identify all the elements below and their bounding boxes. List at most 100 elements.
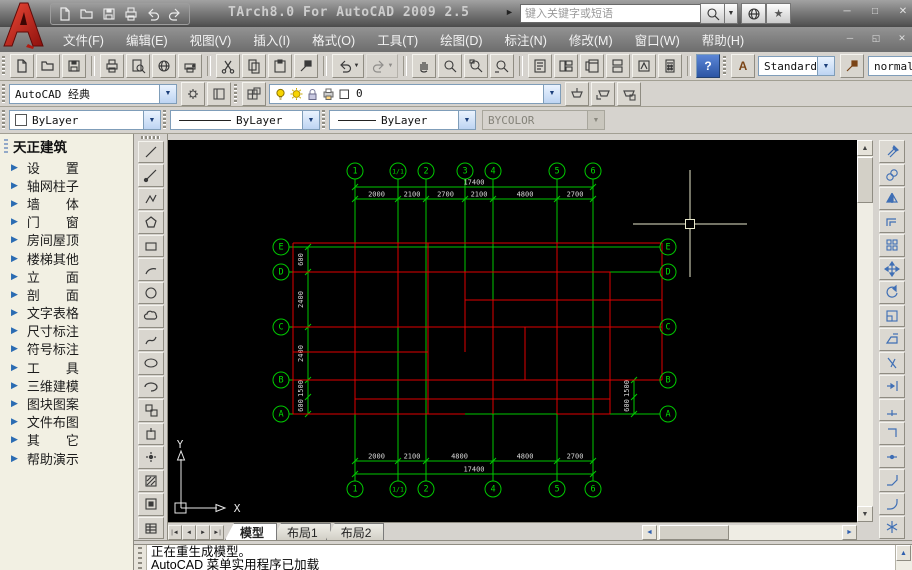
palette-header[interactable]: 天正建筑 <box>0 134 133 158</box>
scroll-right-button[interactable] <box>842 525 857 540</box>
my-workspace-button[interactable] <box>207 82 231 106</box>
command-line-area[interactable]: 正在重生成模型。 AutoCAD 菜单实用程序已加载 <box>134 545 912 570</box>
autocad-logo[interactable] <box>0 0 46 50</box>
undo-button[interactable]: ▼ <box>332 54 364 78</box>
palette-item[interactable]: ▶房间屋顶 <box>0 231 133 249</box>
scroll-down-button[interactable] <box>857 506 873 522</box>
first-tab-button[interactable] <box>168 525 182 540</box>
qat-redo-button[interactable] <box>165 6 185 23</box>
paste-button[interactable] <box>268 54 292 78</box>
ellipse-button[interactable] <box>138 352 164 375</box>
table-button[interactable] <box>138 517 164 540</box>
palette-item[interactable]: ▶设 置 <box>0 158 133 176</box>
circle-button[interactable] <box>138 282 164 305</box>
last-tab-button[interactable] <box>210 525 224 540</box>
design-center-button[interactable] <box>554 54 578 78</box>
spline-button[interactable] <box>138 329 164 352</box>
zoom-window-button[interactable] <box>464 54 488 78</box>
scale-button[interactable] <box>879 305 905 328</box>
tab-布局1[interactable]: 布局1 <box>272 523 331 540</box>
markup-set-manager-button[interactable] <box>632 54 656 78</box>
workspace-select[interactable]: AutoCAD 经典 <box>9 84 177 104</box>
save-button[interactable] <box>62 54 86 78</box>
chevron-down-icon[interactable]: ▼ <box>388 63 394 69</box>
chevron-down-icon[interactable]: ▼ <box>354 63 360 69</box>
favorites-button[interactable]: ★ <box>766 3 791 24</box>
polyline-button[interactable] <box>138 188 164 211</box>
chevron-down-icon[interactable] <box>302 111 319 129</box>
erase-button[interactable] <box>879 140 905 163</box>
menu-帮助[interactable]: 帮助(H) <box>691 27 755 52</box>
palette-item[interactable]: ▶楼梯其他 <box>0 249 133 267</box>
scroll-thumb[interactable] <box>659 525 729 540</box>
maximize-button[interactable] <box>864 5 886 20</box>
doc-restore-button[interactable] <box>866 31 886 45</box>
print-button[interactable] <box>100 54 124 78</box>
layer-color-swatch[interactable] <box>338 87 351 101</box>
polygon-button[interactable] <box>138 211 164 234</box>
tab-布局2[interactable]: 布局2 <box>326 523 385 540</box>
make-object-layer-current-button[interactable] <box>565 82 589 106</box>
search-input[interactable] <box>520 4 702 23</box>
qat-new-button[interactable] <box>55 6 75 23</box>
cut-button[interactable] <box>216 54 240 78</box>
menu-插入[interactable]: 插入(I) <box>242 27 301 52</box>
print-preview-button[interactable] <box>126 54 150 78</box>
drawing-canvas[interactable]: 1740020002100270021004800270020002100480… <box>168 140 857 522</box>
layer-properties-manager-button[interactable] <box>242 82 266 106</box>
arc-button[interactable] <box>138 258 164 281</box>
region-button[interactable] <box>138 493 164 516</box>
doc-close-button[interactable] <box>892 31 912 45</box>
ray-button[interactable] <box>138 164 164 187</box>
toolbar-grip[interactable] <box>2 110 5 130</box>
scroll-track[interactable] <box>657 525 842 540</box>
linetype-select[interactable]: ByLayer <box>170 110 320 130</box>
chevron-down-icon[interactable] <box>159 85 176 103</box>
zoom-previous-button[interactable] <box>490 54 514 78</box>
copy-button[interactable] <box>242 54 266 78</box>
palette-grip[interactable] <box>4 139 8 154</box>
text-style-select[interactable]: Standard <box>758 56 835 76</box>
help-button[interactable]: ? <box>696 54 720 78</box>
menu-文件[interactable]: 文件(F) <box>52 27 115 52</box>
close-button[interactable] <box>892 5 912 20</box>
rectangle-button[interactable] <box>138 235 164 258</box>
cad-drawing[interactable]: 1740020002100270021004800270020002100480… <box>168 140 857 522</box>
toolbar-grip[interactable] <box>141 136 161 139</box>
current-style-field[interactable]: normal <box>868 56 912 76</box>
trim-button[interactable] <box>879 352 905 375</box>
stretch-button[interactable] <box>879 328 905 351</box>
quick-calc-button[interactable] <box>658 54 682 78</box>
previous-tab-button[interactable] <box>182 525 196 540</box>
menu-修改[interactable]: 修改(M) <box>558 27 624 52</box>
array-button[interactable] <box>879 234 905 257</box>
sheet-set-manager-button[interactable] <box>606 54 630 78</box>
publish-button[interactable] <box>152 54 176 78</box>
match-properties-button[interactable] <box>294 54 318 78</box>
canvas-horizontal-scrollbar[interactable] <box>642 524 857 540</box>
menu-标注[interactable]: 标注(N) <box>494 27 558 52</box>
break-at-point-button[interactable] <box>879 399 905 422</box>
chamfer-button[interactable] <box>879 469 905 492</box>
pan-button[interactable] <box>412 54 436 78</box>
search-dropdown-icon[interactable] <box>724 3 738 24</box>
palette-item[interactable]: ▶门 窗 <box>0 213 133 231</box>
menu-视图[interactable]: 视图(V) <box>179 27 243 52</box>
scroll-left-button[interactable] <box>642 525 657 540</box>
palette-item[interactable]: ▶文字表格 <box>0 304 133 322</box>
palette-item[interactable]: ▶符号标注 <box>0 340 133 358</box>
layer-lock-icon[interactable] <box>306 87 319 101</box>
point-button[interactable] <box>138 446 164 469</box>
layer-plot-icon[interactable] <box>322 87 335 101</box>
insert-block-button[interactable] <box>138 399 164 422</box>
join-button[interactable] <box>879 446 905 469</box>
mirror-button[interactable] <box>879 187 905 210</box>
lineweight-select[interactable]: ByLayer <box>329 110 476 130</box>
move-button[interactable] <box>879 258 905 281</box>
palette-item[interactable]: ▶文件布图 <box>0 413 133 431</box>
zoom-realtime-button[interactable] <box>438 54 462 78</box>
line-button[interactable] <box>138 141 164 164</box>
explode-button[interactable] <box>879 516 905 539</box>
layer-states-manager-button[interactable] <box>617 82 641 106</box>
palette-item[interactable]: ▶剖 面 <box>0 285 133 303</box>
